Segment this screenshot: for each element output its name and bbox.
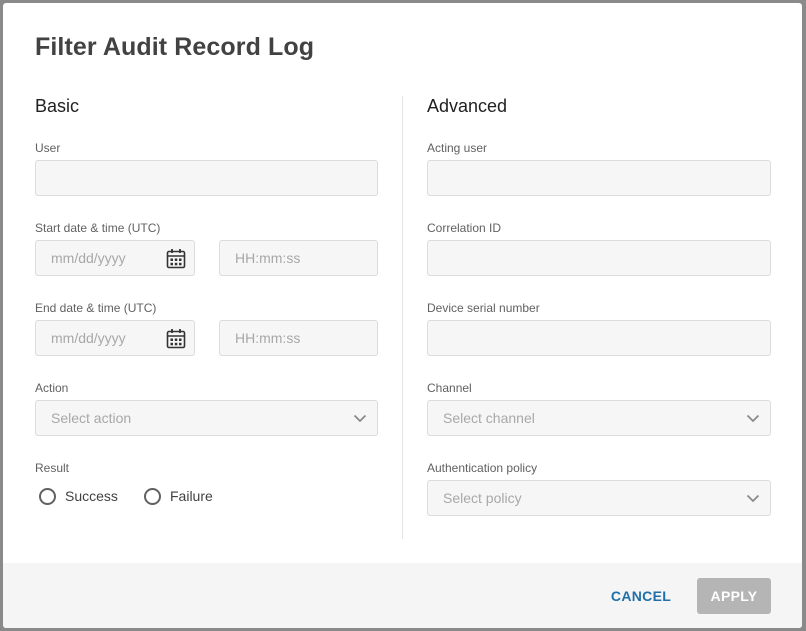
result-label: Result [35, 461, 70, 475]
start-time-placeholder: HH:mm:ss [235, 250, 301, 266]
chevron-down-icon [746, 494, 760, 503]
end-date-placeholder: mm/dd/yyyy [51, 330, 126, 346]
chevron-down-icon [353, 414, 367, 423]
result-success-label[interactable]: Success [65, 488, 118, 504]
correlation-id-input[interactable] [428, 241, 770, 275]
start-time-field[interactable]: HH:mm:ss [219, 240, 378, 276]
basic-heading: Basic [35, 96, 80, 116]
correlation-id-label: Correlation ID [427, 221, 502, 235]
advanced-heading: Advanced [427, 96, 508, 116]
result-failure-radio[interactable]: Failure [144, 485, 213, 507]
end-datetime-label: End date & time (UTC) [35, 301, 157, 315]
auth-policy-label: Authentication policy [427, 461, 538, 475]
apply-button[interactable]: APPLY [697, 578, 771, 614]
result-success-radio[interactable]: Success [39, 485, 118, 507]
start-datetime-label: Start date & time (UTC) [35, 221, 161, 235]
start-date-placeholder: mm/dd/yyyy [51, 250, 126, 266]
acting-user-label: Acting user [427, 141, 488, 155]
calendar-icon[interactable] [166, 328, 186, 349]
user-input[interactable] [36, 161, 377, 195]
channel-label: Channel [427, 381, 472, 395]
device-serial-input[interactable] [428, 321, 770, 355]
action-label: Action [35, 381, 69, 395]
end-date-field[interactable]: mm/dd/yyyy [35, 320, 195, 356]
action-placeholder: Select action [51, 410, 132, 426]
dialog-footer: CANCEL APPLY [3, 563, 802, 628]
correlation-id-field[interactable] [427, 240, 771, 276]
radio-circle-icon[interactable] [144, 487, 161, 505]
acting-user-input[interactable] [428, 161, 770, 195]
column-divider [402, 96, 403, 539]
end-time-placeholder: HH:mm:ss [235, 330, 301, 346]
end-time-field[interactable]: HH:mm:ss [219, 320, 378, 356]
acting-user-field[interactable] [427, 160, 771, 196]
auth-policy-select[interactable]: Select policy [427, 480, 771, 516]
cancel-button[interactable]: CANCEL [603, 578, 679, 614]
auth-policy-placeholder: Select policy [443, 490, 522, 506]
chevron-down-icon [746, 414, 760, 423]
channel-select[interactable]: Select channel [427, 400, 771, 436]
calendar-icon[interactable] [166, 248, 186, 269]
dialog-title: Filter Audit Record Log [35, 33, 315, 61]
device-serial-field[interactable] [427, 320, 771, 356]
filter-dialog: Filter Audit Record Log Basic User Start… [3, 3, 802, 628]
user-label: User [35, 141, 61, 155]
start-date-field[interactable]: mm/dd/yyyy [35, 240, 195, 276]
result-failure-label[interactable]: Failure [170, 488, 213, 504]
device-serial-label: Device serial number [427, 301, 540, 315]
radio-circle-icon[interactable] [39, 487, 56, 505]
channel-placeholder: Select channel [443, 410, 535, 426]
action-select[interactable]: Select action [35, 400, 378, 436]
user-field[interactable] [35, 160, 378, 196]
